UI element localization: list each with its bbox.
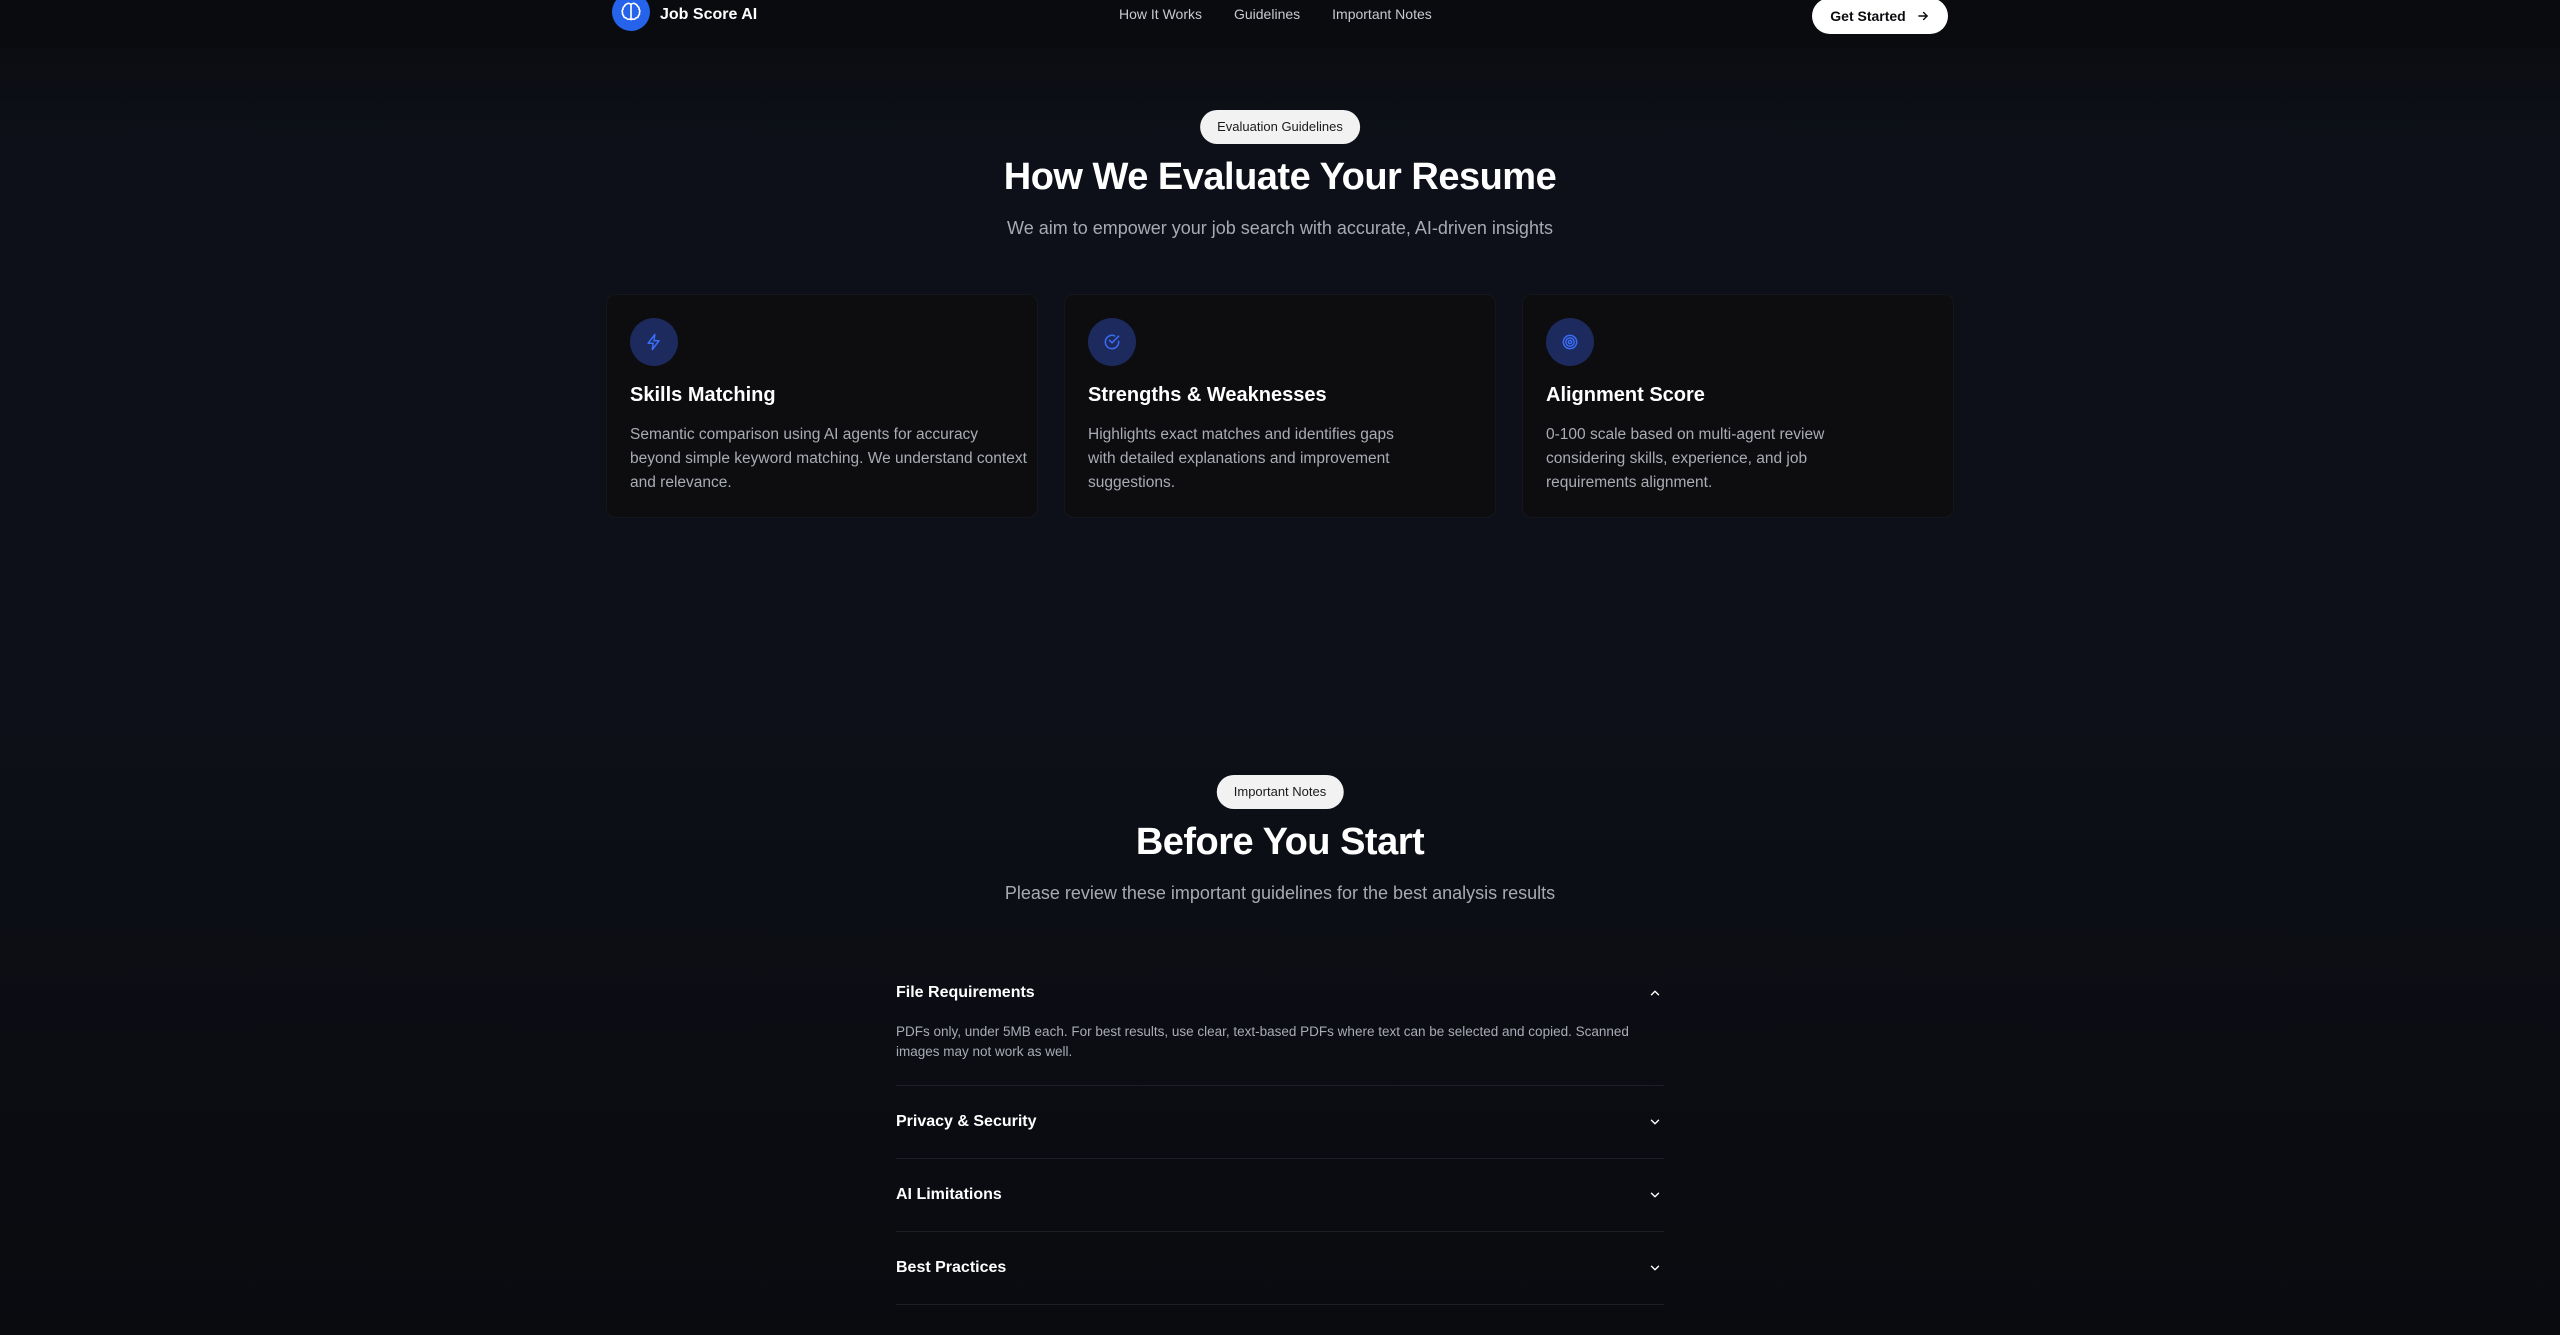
accordion-item-best-practices: Best Practices bbox=[896, 1232, 1664, 1305]
evaluation-pill: Evaluation Guidelines bbox=[1200, 110, 1360, 144]
accordion-title: File Requirements bbox=[896, 984, 1035, 1001]
card-strengths-weaknesses: Strengths & Weaknesses Highlights exact … bbox=[1064, 294, 1496, 518]
card-description: Semantic comparison using AI agents for … bbox=[630, 426, 1027, 491]
accordion-title: Privacy & Security bbox=[896, 1113, 1037, 1130]
card-alignment-score: Alignment Score 0-100 scale based on mul… bbox=[1522, 294, 1954, 518]
get-started-label: Get Started bbox=[1830, 8, 1906, 24]
accordion-item-file-requirements: File Requirements PDFs only, under 5MB e… bbox=[896, 973, 1664, 1086]
notes-title: Before You Start bbox=[1135, 821, 1425, 863]
card-description: Highlights exact matches and identifies … bbox=[1088, 426, 1394, 491]
page: Job Score AI How It Works Guidelines Imp… bbox=[0, 0, 2560, 1335]
card-title: Strengths & Weaknesses bbox=[1088, 384, 1327, 406]
nav-link-guidelines[interactable]: Guidelines bbox=[1234, 6, 1300, 22]
accordion-body: PDFs only, under 5MB each. For best resu… bbox=[896, 1024, 1629, 1059]
chevron-down-icon bbox=[1650, 1265, 1660, 1271]
chevron-up-icon bbox=[1650, 990, 1660, 996]
check-circle-icon bbox=[1088, 318, 1136, 366]
lightning-icon bbox=[630, 318, 678, 366]
nav-links: How It Works Guidelines Important Notes bbox=[1119, 6, 1432, 22]
notes-subtitle: Please review these important guidelines… bbox=[1004, 883, 1556, 903]
card-description: 0-100 scale based on multi-agent review … bbox=[1546, 426, 1825, 491]
accordion-item-privacy-security: Privacy & Security bbox=[896, 1086, 1664, 1159]
brand[interactable]: Job Score AI bbox=[612, 0, 758, 31]
accordion-title: AI Limitations bbox=[896, 1186, 1002, 1203]
accordion-header[interactable]: AI Limitations bbox=[896, 1175, 1664, 1215]
arrow-right-icon bbox=[1917, 11, 1928, 21]
accordion-header[interactable]: Best Practices bbox=[896, 1248, 1664, 1288]
card-title: Skills Matching bbox=[630, 384, 776, 406]
evaluation-subtitle: We aim to empower your job search with a… bbox=[1007, 218, 1553, 238]
top-nav: Job Score AI How It Works Guidelines Imp… bbox=[0, 0, 2560, 48]
card-skills-matching: Skills Matching Semantic comparison usin… bbox=[606, 294, 1038, 518]
target-icon bbox=[1546, 318, 1594, 366]
evaluation-title: How We Evaluate Your Resume bbox=[1003, 156, 1557, 198]
get-started-button[interactable]: Get Started bbox=[1812, 0, 1948, 34]
brain-icon bbox=[612, 0, 650, 31]
nav-link-important-notes[interactable]: Important Notes bbox=[1332, 6, 1432, 22]
chevron-down-icon bbox=[1650, 1192, 1660, 1198]
accordion-item-ai-limitations: AI Limitations bbox=[896, 1159, 1664, 1232]
chevron-down-icon bbox=[1650, 1119, 1660, 1125]
notes-pill: Important Notes bbox=[1216, 775, 1344, 809]
accordion-title: Best Practices bbox=[896, 1259, 1007, 1276]
card-title: Alignment Score bbox=[1546, 384, 1705, 406]
accordion-header[interactable]: File Requirements bbox=[896, 973, 1664, 1013]
nav-link-how-it-works[interactable]: How It Works bbox=[1119, 6, 1202, 22]
brand-name: Job Score AI bbox=[660, 6, 758, 23]
accordion-header[interactable]: Privacy & Security bbox=[896, 1102, 1664, 1142]
